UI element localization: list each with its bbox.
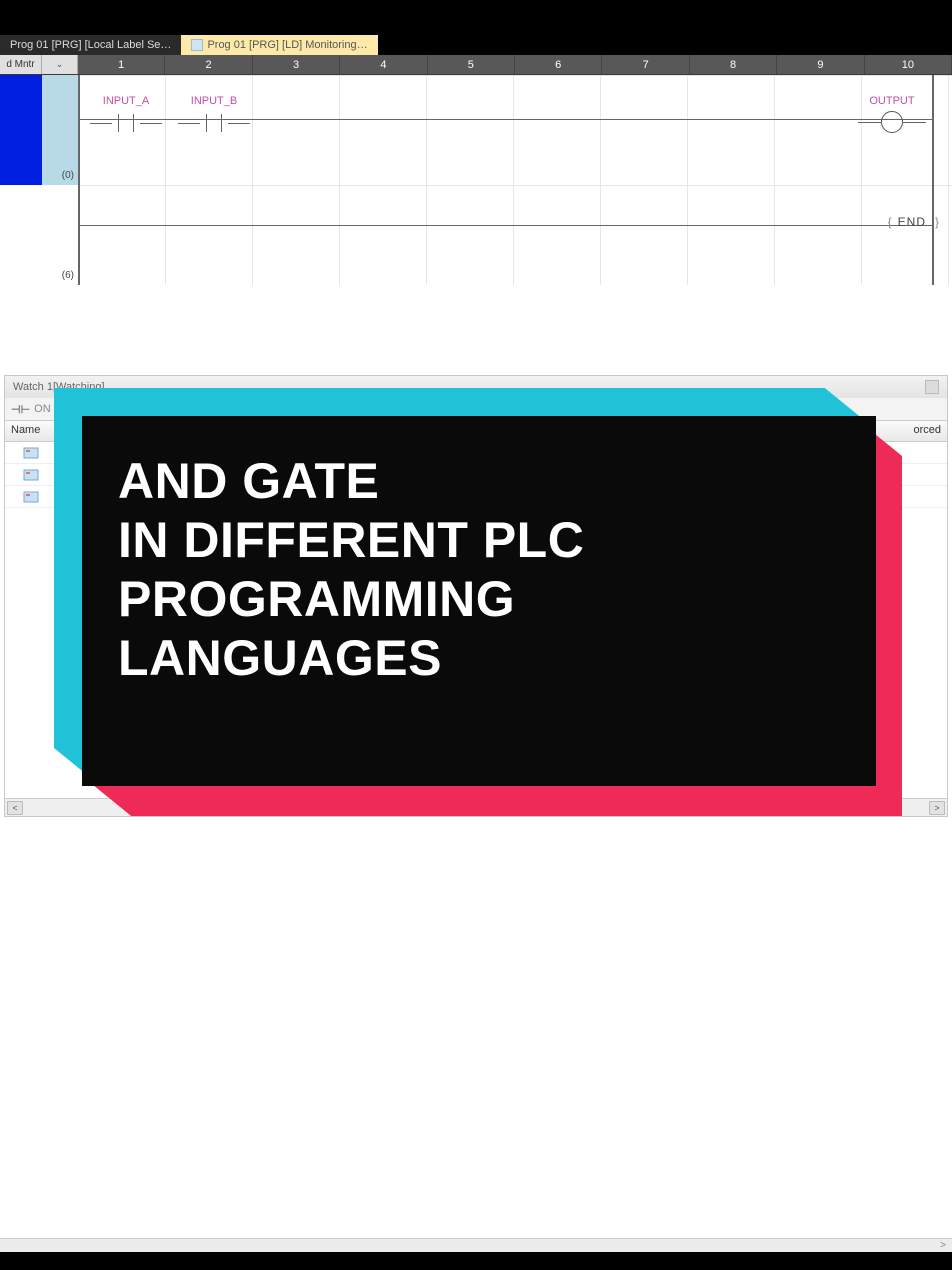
contact-input-a-label: INPUT_A (90, 95, 162, 107)
watch-hscrollbar[interactable]: < > (5, 798, 947, 816)
gutter-row-0: (0) (0, 75, 78, 185)
watch-title-bar: Watch 1[Watching] (5, 376, 947, 398)
coil-output[interactable]: OUTPUT (856, 95, 928, 133)
col-3: 3 (253, 55, 340, 74)
col-10: 10 (865, 55, 952, 74)
ladder-editor[interactable]: (0) (6) INPUT_A INPUT_B OUTPUT END (0, 75, 952, 285)
watch-row[interactable] (5, 464, 947, 486)
watch-panel: Watch 1[Watching] ⊣⊢ ON Name orced < > (4, 375, 948, 817)
contact-symbol-icon (178, 111, 250, 135)
variable-icon (23, 446, 39, 460)
bottom-black-bar (0, 1252, 952, 1270)
right-power-rail (932, 75, 934, 285)
contact-input-b[interactable]: INPUT_B (178, 95, 250, 145)
chevron-down-icon: ⌄ (56, 59, 64, 70)
col-7: 7 (602, 55, 689, 74)
close-icon[interactable] (925, 380, 939, 394)
watch-col-forced[interactable]: orced (887, 421, 947, 441)
col-9: 9 (777, 55, 864, 74)
coil-symbol-icon (881, 111, 903, 133)
variable-icon (23, 468, 39, 482)
watch-toolbar: ⊣⊢ ON (5, 398, 947, 420)
column-ruler: d Mntr ⌄ 1 2 3 4 5 6 7 8 9 10 (0, 55, 952, 75)
end-instruction: END (898, 215, 926, 229)
tab-strip: Prog 01 [PRG] [Local Label Se… Prog 01 [… (0, 35, 952, 55)
gutter-row-6: (6) (0, 185, 78, 285)
on-label: ON (34, 403, 51, 415)
tab-inactive-label: Prog 01 [PRG] [Local Label Se… (10, 39, 171, 51)
ruler-dropdown[interactable]: ⌄ (42, 55, 78, 74)
col-8: 8 (690, 55, 777, 74)
blank-area (0, 285, 952, 375)
contact-input-b-label: INPUT_B (178, 95, 250, 107)
document-icon (191, 39, 203, 51)
col-1: 1 (78, 55, 165, 74)
scroll-right-icon[interactable]: > (929, 801, 945, 815)
left-power-rail (78, 75, 80, 285)
tab-inactive[interactable]: Prog 01 [PRG] [Local Label Se… (0, 35, 181, 55)
row-number-0: (0) (42, 75, 78, 185)
watch-row[interactable] (5, 486, 947, 508)
variable-icon (23, 490, 39, 504)
scroll-left-icon[interactable]: < (7, 801, 23, 815)
force-on-icon[interactable]: ⊣⊢ (11, 403, 30, 416)
coil-output-label: OUTPUT (856, 95, 928, 107)
top-black-bar (0, 0, 952, 35)
watch-header-row: Name orced (5, 420, 947, 442)
chevron-right-icon: > (940, 1240, 946, 1251)
monitor-cell: d Mntr (0, 55, 42, 74)
rung-line-1 (78, 225, 932, 226)
contact-symbol-icon (90, 111, 162, 135)
watch-row[interactable] (5, 442, 947, 464)
ladder-gutter: (0) (6) (0, 75, 78, 285)
row-number-6: (6) (42, 185, 78, 285)
col-6: 6 (515, 55, 602, 74)
tab-active[interactable]: Prog 01 [PRG] [LD] Monitoring… (181, 35, 377, 55)
watch-col-name[interactable]: Name (5, 421, 61, 441)
watch-rows (5, 442, 947, 798)
col-5: 5 (428, 55, 515, 74)
ladder-grid[interactable]: INPUT_A INPUT_B OUTPUT END (78, 75, 952, 285)
col-4: 4 (340, 55, 427, 74)
gutter-selection[interactable] (0, 75, 42, 185)
contact-input-a[interactable]: INPUT_A (90, 95, 162, 145)
tab-active-label: Prog 01 [PRG] [LD] Monitoring… (207, 39, 367, 51)
status-bar: > (0, 1238, 952, 1252)
watch-title: Watch 1[Watching] (13, 381, 105, 393)
col-2: 2 (165, 55, 252, 74)
